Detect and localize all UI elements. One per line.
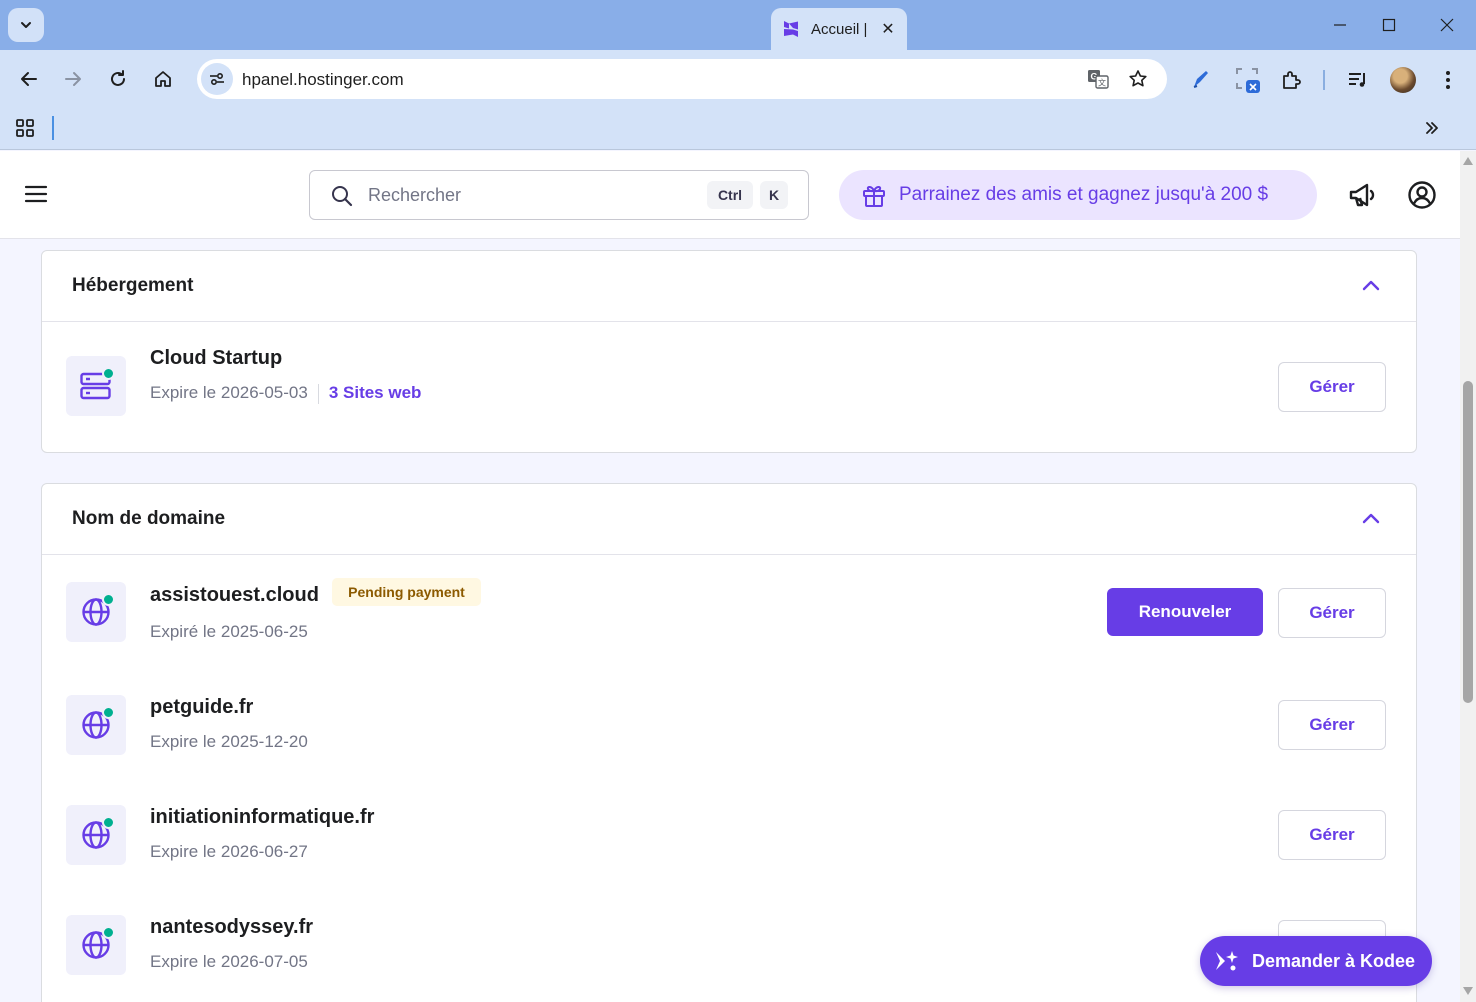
globe-icon [66, 582, 126, 642]
domain-name: assistouest.cloud [150, 584, 319, 606]
domains-card: Nom de domaine assistouest.cloud Pending… [41, 483, 1417, 1002]
sites-link[interactable]: 3 Sites web [329, 383, 422, 402]
status-active-dot [102, 367, 115, 380]
profile-avatar[interactable] [1390, 67, 1416, 93]
search-box[interactable]: Ctrl K [309, 170, 809, 220]
scrollbar-thumb[interactable] [1463, 381, 1473, 703]
back-arrow-icon[interactable] [14, 64, 44, 94]
minimize-icon[interactable] [1327, 12, 1353, 38]
domain-row: initiationinformatique.fr Expire le 2026… [42, 780, 1416, 890]
close-window-icon[interactable] [1434, 12, 1460, 38]
site-info-icon[interactable] [201, 63, 233, 95]
app-header: Ctrl K Parrainez des amis et gagnez jusq… [0, 151, 1460, 239]
divider [317, 383, 319, 404]
globe-icon [66, 915, 126, 975]
translate-icon[interactable]: G文 [1086, 67, 1110, 91]
toolbar-separator [1323, 70, 1325, 90]
gift-icon [863, 185, 885, 207]
domain-manage-button[interactable]: Gérer [1278, 588, 1386, 638]
tab-close-icon[interactable]: ✕ [879, 19, 897, 39]
domain-expiry: Expiré le 2025-06-25 [150, 622, 308, 641]
domain-name: nantesodyssey.fr [150, 916, 314, 938]
status-active-dot [102, 593, 115, 606]
domain-row: petguide.fr Expire le 2025-12-20 Gérer [42, 670, 1416, 780]
bookmark-star-icon[interactable] [1126, 67, 1150, 91]
referral-text: Parrainez des amis et gagnez jusqu'à 200… [899, 184, 1269, 205]
forward-arrow-icon[interactable] [58, 64, 88, 94]
domain-row: assistouest.cloud Pending payment Expiré… [42, 555, 1416, 670]
hosting-row: Cloud Startup Expire le 2026-05-03 3 Site… [42, 322, 1416, 452]
chevron-up-icon[interactable] [1360, 508, 1382, 530]
bookmarks-bar [0, 108, 1476, 150]
address-bar[interactable]: hpanel.hostinger.com G文 [197, 59, 1167, 99]
browser-tab-active[interactable]: Accueil | ✕ [771, 8, 907, 50]
search-input[interactable] [368, 185, 688, 206]
hosting-manage-button[interactable]: Gérer [1278, 362, 1386, 412]
search-icon [330, 184, 354, 208]
chevron-up-icon[interactable] [1360, 275, 1382, 297]
home-icon[interactable] [148, 64, 178, 94]
hostinger-favicon-icon [781, 19, 801, 39]
chevron-down-icon [21, 22, 31, 28]
pending-payment-badge: Pending payment [332, 578, 481, 606]
kodee-label: Demander à Kodee [1252, 950, 1416, 971]
hpanel-page: Ctrl K Parrainez des amis et gagnez jusq… [0, 151, 1460, 1002]
account-user-icon[interactable] [1406, 179, 1438, 211]
hosting-card: Hébergement Cloud Startup Expire le 2026… [41, 250, 1417, 453]
announcement-megaphone-icon[interactable] [1346, 179, 1378, 211]
maximize-icon[interactable] [1376, 12, 1402, 38]
browser-menu-icon[interactable] [1434, 66, 1462, 94]
scroll-up-arrow-icon[interactable] [1463, 157, 1473, 165]
status-active-dot [102, 816, 115, 829]
apps-grid-icon[interactable] [14, 117, 38, 141]
domain-expiry: Expire le 2026-07-05 [150, 952, 308, 971]
hosting-plan-name: Cloud Startup [150, 347, 283, 369]
domain-expiry: Expire le 2026-06-27 [150, 842, 308, 861]
globe-icon [66, 695, 126, 755]
shortcut-ctrl-key: Ctrl [707, 181, 753, 209]
domains-title: Nom de domaine [72, 508, 226, 529]
bookmarks-separator [52, 116, 54, 140]
referral-banner[interactable]: Parrainez des amis et gagnez jusqu'à 200… [839, 170, 1317, 220]
hosting-expiry: Expire le 2026-05-03 [150, 383, 308, 402]
tab-title: Accueil | [811, 20, 867, 38]
scroll-down-arrow-icon[interactable] [1463, 987, 1473, 995]
svg-text:文: 文 [1098, 78, 1106, 88]
url-text: hpanel.hostinger.com [242, 70, 404, 89]
status-active-dot [102, 926, 115, 939]
globe-icon [66, 805, 126, 865]
chevron-double-right-icon[interactable] [1420, 116, 1444, 140]
domain-manage-button[interactable]: Gérer [1278, 810, 1386, 860]
domain-name: initiationinformatique.fr [150, 806, 375, 828]
hamburger-menu-icon[interactable] [24, 182, 48, 206]
extensions-puzzle-icon[interactable] [1278, 66, 1306, 94]
reload-icon[interactable] [103, 64, 133, 94]
hosting-title: Hébergement [72, 275, 194, 296]
kodee-sparkle-icon [1216, 951, 1238, 971]
renew-button[interactable]: Renouveler [1107, 588, 1263, 636]
server-icon [66, 356, 126, 416]
domain-name: petguide.fr [150, 696, 254, 718]
media-control-icon[interactable] [1344, 66, 1372, 94]
hosting-card-header[interactable]: Hébergement [42, 251, 1416, 322]
domain-manage-button[interactable]: Gérer [1278, 700, 1386, 750]
browser-tab-bar: Accueil | ✕ [0, 0, 1476, 50]
screenshot-extension-icon[interactable] [1234, 66, 1262, 94]
tab-search-button[interactable] [8, 8, 44, 42]
domains-card-header[interactable]: Nom de domaine [42, 484, 1416, 555]
ask-kodee-button[interactable]: Demander à Kodee [1200, 936, 1432, 986]
status-active-dot [102, 706, 115, 719]
pen-extension-icon[interactable] [1187, 66, 1215, 94]
browser-toolbar: hpanel.hostinger.com G文 [0, 50, 1476, 108]
domain-expiry: Expire le 2025-12-20 [150, 732, 308, 751]
page-scrollbar[interactable] [1460, 151, 1476, 1002]
shortcut-k-key: K [760, 181, 788, 209]
hosting-meta: Expire le 2026-05-03 3 Sites web [150, 383, 421, 404]
